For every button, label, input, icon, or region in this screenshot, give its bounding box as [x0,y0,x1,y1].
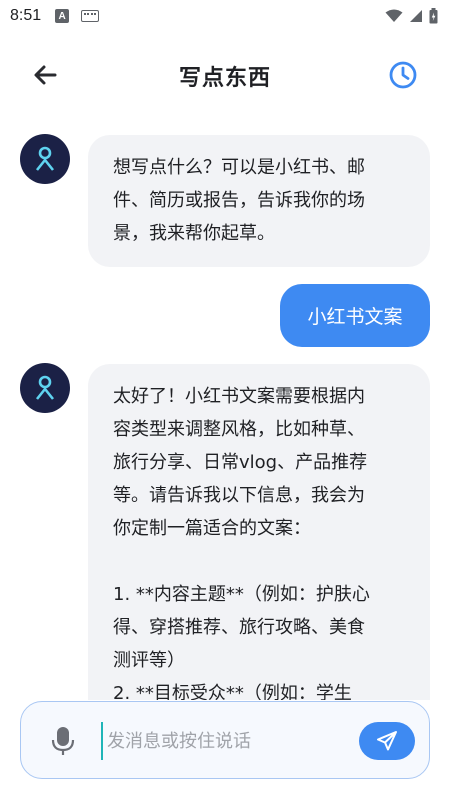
message-composer [20,701,430,779]
chat-area[interactable]: 想写点什么？可以是小红书、邮 件、简历或报告，告诉我你的场 景，我来帮你起草。 … [0,118,450,700]
voice-button[interactable] [51,726,75,756]
assistant-avatar-icon [35,375,55,400]
assistant-message: 想写点什么？可以是小红书、邮 件、简历或报告，告诉我你的场 景，我来帮你起草。 [88,135,430,267]
assistant-message: 太好了！小红书文案需要根据内 容类型来调整风格，比如种草、 旅行分享、日常vlo… [88,364,430,700]
app-a-icon: A [55,9,70,23]
status-time: 8:51 [10,7,42,24]
page-title: 写点东西 [178,66,271,91]
wifi-icon [385,9,403,22]
message-input[interactable] [101,722,351,760]
status-bar: 8:51 A [0,0,450,32]
clock-icon [389,61,417,89]
assistant-avatar-icon [35,146,55,171]
keyboard-icon [81,10,100,22]
send-button[interactable] [359,722,415,760]
assistant-avatar [20,134,70,184]
send-icon [377,731,397,751]
signal-icon [410,10,422,22]
battery-icon [429,8,438,24]
history-button[interactable] [386,58,420,92]
user-message: 小红书文案 [280,284,430,347]
app-header: 写点东西 [0,44,450,106]
assistant-avatar [20,363,70,413]
microphone-icon [51,727,75,755]
